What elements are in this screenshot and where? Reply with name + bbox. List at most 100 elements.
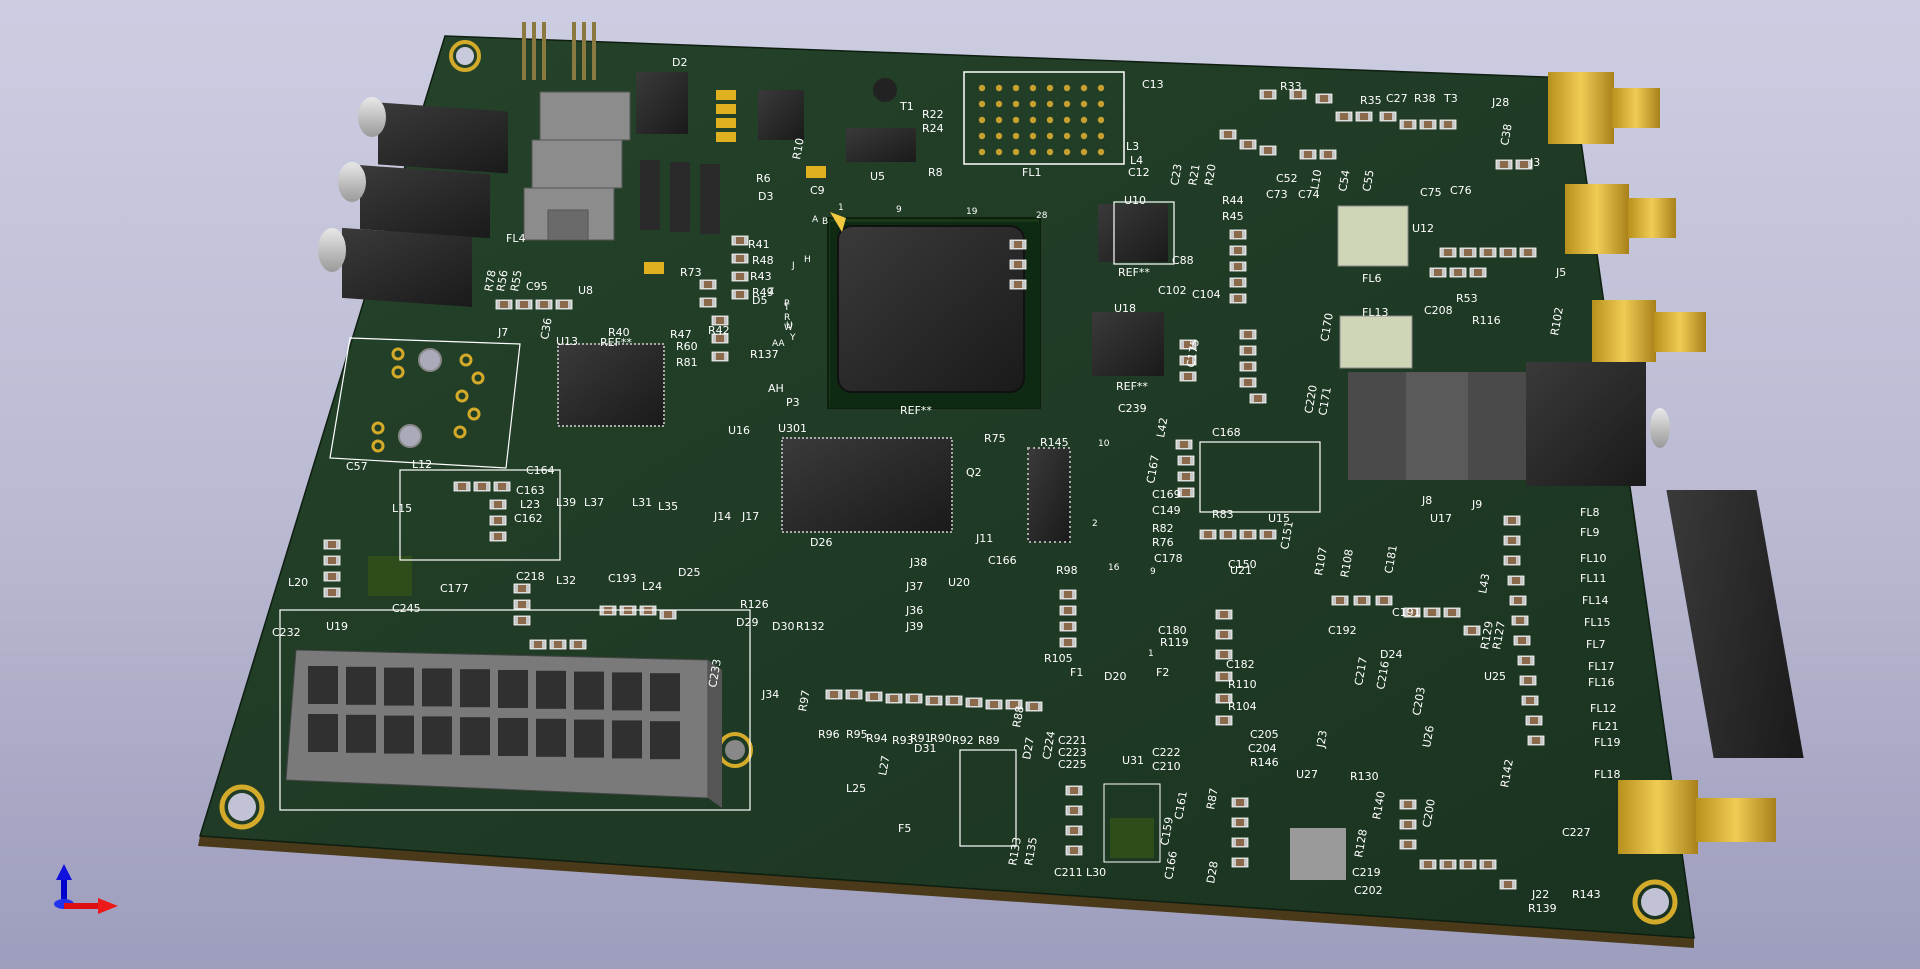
label-c164: C164 xyxy=(526,464,555,477)
smd-component xyxy=(1177,455,1195,466)
label-u25: U25 xyxy=(1484,670,1506,683)
smd-component xyxy=(1335,111,1353,122)
label-j11: J11 xyxy=(975,532,993,545)
smd-component xyxy=(1229,293,1247,304)
label-l20: L20 xyxy=(288,576,308,589)
fl1-pad xyxy=(995,148,1003,156)
label-r89: R89 xyxy=(978,734,1000,747)
smd-component xyxy=(985,699,1003,710)
smd-component xyxy=(1439,119,1457,130)
smd-component xyxy=(1239,329,1257,340)
power-connector-cell xyxy=(422,716,452,755)
label-d20: D20 xyxy=(1104,670,1126,683)
smd-component xyxy=(1519,247,1537,258)
label-l35: L35 xyxy=(658,500,678,513)
smd-component xyxy=(323,539,341,550)
power-connector-cell xyxy=(422,668,452,707)
chip-u5 xyxy=(846,128,916,162)
label-c104: C104 xyxy=(1192,288,1221,301)
label-r6: R6 xyxy=(756,172,771,185)
ribbon-connectors[interactable] xyxy=(523,91,631,241)
axis-indicator xyxy=(54,864,118,914)
smd-component xyxy=(1059,621,1077,632)
smd-component xyxy=(1299,149,1317,160)
smd-component xyxy=(489,515,507,526)
label-c163: C163 xyxy=(516,484,545,497)
label-r130: R130 xyxy=(1350,770,1379,783)
smd-component xyxy=(1399,819,1417,830)
label-r8: R8 xyxy=(928,166,943,179)
fl1-pad xyxy=(1029,148,1037,156)
label-ref2: REF** xyxy=(1116,380,1148,393)
smd-component xyxy=(1239,361,1257,372)
chip-u10[interactable] xyxy=(1098,204,1168,262)
label-l37: L37 xyxy=(584,496,604,509)
power-connector-cell xyxy=(346,666,376,705)
smd-component xyxy=(1495,159,1513,170)
bga-col-19: 19 xyxy=(966,207,978,217)
label-c245: C245 xyxy=(392,602,421,615)
smd-component xyxy=(1443,607,1461,618)
label-fl12: FL12 xyxy=(1590,702,1616,715)
pin-header-right[interactable] xyxy=(1666,490,1804,758)
bga-row-w: W xyxy=(784,323,793,333)
fl1-pad xyxy=(1046,148,1054,156)
label-d30: D30 xyxy=(772,620,794,633)
fl1-pad xyxy=(1012,100,1020,108)
smd-component xyxy=(555,299,573,310)
label-r82: R82 xyxy=(1152,522,1174,535)
power-connector-cell xyxy=(536,670,566,709)
label-r33: R33 xyxy=(1280,80,1302,93)
smd-component xyxy=(513,599,531,610)
3d-viewport[interactable]: FL1 U10 REF** U18 REF** REF** REF** P3 A… xyxy=(0,0,1920,969)
smd-component xyxy=(1259,89,1277,100)
label-q2: Q2 xyxy=(966,466,982,479)
smd-component xyxy=(1231,837,1249,848)
label-j36: J36 xyxy=(905,604,923,617)
label-ref3: REF** xyxy=(900,404,932,417)
fl1-pad xyxy=(978,132,986,140)
smd-component xyxy=(569,639,587,650)
label-l15: L15 xyxy=(392,502,412,515)
label-u5: U5 xyxy=(870,170,885,183)
label-fl6: FL6 xyxy=(1362,272,1381,285)
chip-u301[interactable] xyxy=(781,437,953,533)
smd-component xyxy=(1479,247,1497,258)
right-audio-jacks[interactable] xyxy=(1348,362,1670,486)
label-l39: L39 xyxy=(556,496,576,509)
label-c166: C166 xyxy=(988,554,1017,567)
label-c102: C102 xyxy=(1158,284,1187,297)
smd-component xyxy=(1259,145,1277,156)
filter-fl13 xyxy=(1339,315,1413,369)
label-l32: L32 xyxy=(556,574,576,587)
bga-row-j: J xyxy=(791,261,795,271)
smd-component xyxy=(1215,715,1233,726)
label-r98: R98 xyxy=(1056,564,1078,577)
label-r83: R83 xyxy=(1212,508,1234,521)
chip-u13[interactable] xyxy=(557,343,665,427)
chip-u18[interactable] xyxy=(1092,312,1164,376)
smd-component xyxy=(1319,149,1337,160)
label-u8: U8 xyxy=(578,284,593,297)
label-r35: R35 xyxy=(1360,94,1382,107)
transistor-t1 xyxy=(873,78,897,102)
smd-component xyxy=(1065,785,1083,796)
chip-r145[interactable] xyxy=(1027,447,1071,543)
label-u18: U18 xyxy=(1114,302,1136,315)
fl1-pad xyxy=(1063,100,1071,108)
smd-component xyxy=(699,297,717,308)
smd-component xyxy=(1419,859,1437,870)
smd-component xyxy=(1215,609,1233,620)
label-c150: C150 xyxy=(1228,558,1257,571)
fpga-die[interactable] xyxy=(837,225,1025,393)
label-r126: R126 xyxy=(740,598,769,611)
label-d26: D26 xyxy=(810,536,832,549)
label-ah: AH xyxy=(768,382,784,395)
label-l24: L24 xyxy=(642,580,662,593)
smd-component xyxy=(323,587,341,598)
label-c225: C225 xyxy=(1058,758,1087,771)
label-c177: C177 xyxy=(440,582,469,595)
power-connector-cell xyxy=(384,667,414,706)
smd-component xyxy=(659,609,677,620)
smd-component xyxy=(1239,529,1257,540)
